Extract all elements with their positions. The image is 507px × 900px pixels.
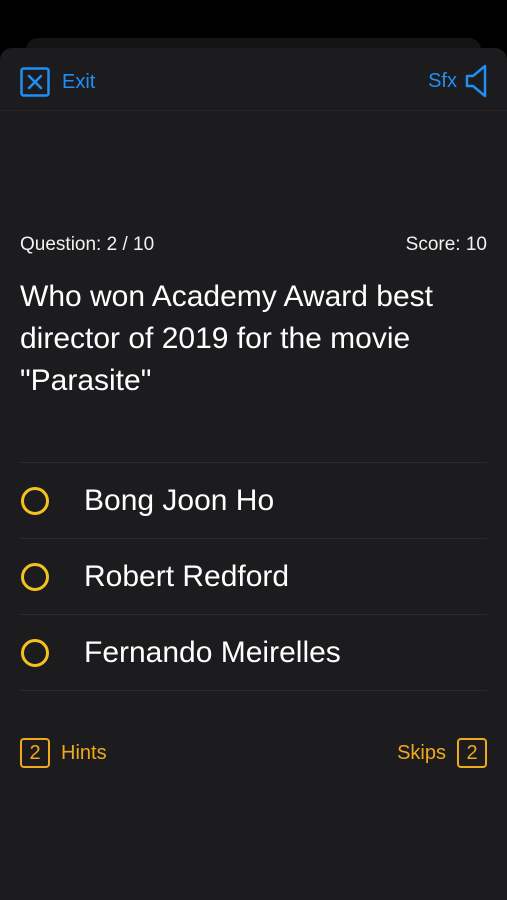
answer-option[interactable]: Fernando Meirelles [20,615,487,691]
question-meta: Question: 2 / 10 Score: 10 [20,234,487,258]
radio-circle-icon [21,562,49,591]
sfx-label: Sfx [428,69,457,92]
answer-option-label: Fernando Meirelles [84,635,341,669]
close-square-icon [20,67,50,97]
radio-circle-icon [21,486,49,515]
skips-count-badge: 2 [457,738,487,768]
radio-circle-icon [21,638,49,667]
exit-label: Exit [62,70,96,93]
answer-option-label: Bong Joon Ho [84,483,275,517]
question-counter: Question: 2 / 10 [20,234,155,255]
sfx-toggle-button[interactable]: Sfx [428,64,489,98]
hint-skip-bar: 2 Hints Skips 2 [20,737,487,769]
answer-options: Bong Joon Ho Robert Redford Fernando Mei… [20,462,487,691]
answer-option-label: Robert Redford [84,559,290,593]
skips-label: Skips [397,741,446,764]
score-label: Score: 10 [405,234,487,255]
speaker-icon [465,64,487,98]
hints-button[interactable]: 2 Hints [20,737,107,769]
exit-button[interactable]: Exit [20,66,95,98]
question-text: Who won Academy Award best director of 2… [20,280,433,397]
skips-button[interactable]: Skips 2 [397,737,487,769]
hints-count-badge: 2 [20,738,50,768]
top-bar: Exit Sfx [0,48,507,111]
answer-option[interactable]: Bong Joon Ho [20,463,487,539]
answer-option[interactable]: Robert Redford [20,539,487,615]
quiz-sheet: Exit Sfx Question: 2 / 10 Score: 10 Who … [0,48,507,900]
hints-label: Hints [61,741,107,764]
